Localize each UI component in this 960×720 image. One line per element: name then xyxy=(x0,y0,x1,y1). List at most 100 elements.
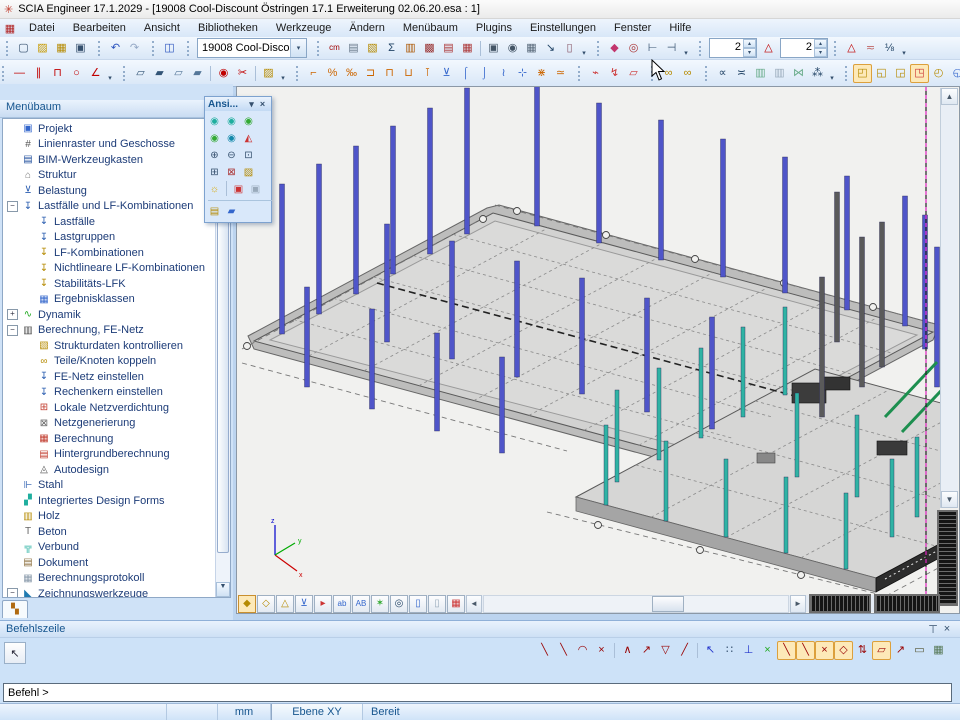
clipboard-icon[interactable]: ▥ xyxy=(401,39,420,58)
snap-midpoint-icon[interactable]: ╲ xyxy=(796,641,815,660)
column-member[interactable] xyxy=(724,459,728,537)
snap-line-icon[interactable]: ╲ xyxy=(535,641,554,660)
redo-icon[interactable]: ↷ xyxy=(125,39,144,58)
expander-minus-icon[interactable]: − xyxy=(7,325,18,336)
column-member[interactable] xyxy=(615,390,619,482)
camera-save-icon[interactable]: ▣ xyxy=(230,181,247,198)
camera-restore-icon[interactable]: ▣ xyxy=(247,181,264,198)
toolbar-overflow-icon[interactable]: ▾ xyxy=(827,65,837,82)
column-member[interactable] xyxy=(391,126,396,274)
tree-item-dokument[interactable]: ▤Dokument xyxy=(3,555,216,571)
command-input[interactable] xyxy=(3,683,952,702)
column-member[interactable] xyxy=(317,164,322,314)
track-cursor-icon[interactable]: ↖ xyxy=(701,641,720,660)
search-model-icon[interactable]: ◎ xyxy=(390,595,408,613)
cut-icon[interactable]: ✂ xyxy=(233,64,252,83)
view-iso2-icon[interactable]: ◉ xyxy=(223,113,240,130)
show-loads-icon[interactable]: ⊻ xyxy=(295,595,313,613)
tab-menubaum[interactable]: ▚ xyxy=(2,600,28,618)
window-settings-icon[interactable]: ▯ xyxy=(409,595,427,613)
tree-item-lastfaelle[interactable]: ↧Lastfälle xyxy=(3,214,216,230)
palette-collapse-icon[interactable]: ▾ xyxy=(246,99,257,110)
snap-tangent-icon[interactable]: ↗ xyxy=(891,641,910,660)
save-all-icon[interactable]: ▦ xyxy=(52,39,71,58)
status-units[interactable]: mm xyxy=(218,704,271,720)
column-member[interactable] xyxy=(710,317,715,429)
mesh-size-spinner[interactable]: 2 ▴▾ xyxy=(709,38,757,58)
tree-item-hintergrundberechnung[interactable]: ▤Hintergrundberechnung xyxy=(3,447,216,463)
snap-edge-icon[interactable]: ⇅ xyxy=(853,641,872,660)
show-supports-icon[interactable]: △ xyxy=(276,595,294,613)
modify-icon[interactable]: ⌁ xyxy=(586,64,605,83)
menu-hilfe[interactable]: Hilfe xyxy=(660,20,700,36)
column-member[interactable] xyxy=(435,333,440,431)
cursor-mode-button[interactable]: ↖ xyxy=(4,642,26,664)
tree-item-lastgruppen[interactable]: ↧Lastgruppen xyxy=(3,230,216,246)
tree-item-lokale-netzverdichtung[interactable]: ⊞Lokale Netzverdichtung xyxy=(3,400,216,416)
tree-item-rechenkern[interactable]: ↧Rechenkern einstellen xyxy=(3,385,216,401)
ratio-icon[interactable]: ⅛ xyxy=(880,39,899,58)
tendon-icon[interactable]: ≃ xyxy=(551,64,570,83)
column-member[interactable] xyxy=(280,184,285,334)
dimension-line2-icon[interactable]: ⊣ xyxy=(662,39,681,58)
rib-icon[interactable]: ⊺ xyxy=(418,64,437,83)
view-corner1-icon[interactable]: ◰ xyxy=(853,64,872,83)
undo-icon[interactable]: ↶ xyxy=(106,39,125,58)
snap-endpoint-icon[interactable]: ╲ xyxy=(777,641,796,660)
ansicht-palette[interactable]: Ansi... ▾ × ◉◉◉◉◉◭⊕⊖⊡⊞⊠▨☼▣▣▤▰ xyxy=(204,96,272,223)
calculator-icon[interactable]: ▦ xyxy=(929,641,948,660)
spin-down-icon[interactable]: ▾ xyxy=(814,48,827,57)
snap-line2-icon[interactable]: ╲ xyxy=(554,641,573,660)
column-member[interactable] xyxy=(721,139,726,277)
pin-icon[interactable]: ⊤ xyxy=(926,623,940,636)
tree-item-verbund[interactable]: ╦Verbund xyxy=(3,540,216,556)
dimension-line-icon[interactable]: ⊢ xyxy=(643,39,662,58)
column-member[interactable] xyxy=(880,222,885,367)
toolbar-overflow-icon[interactable]: ▾ xyxy=(278,65,288,82)
member-props-icon[interactable]: % xyxy=(323,64,342,83)
view-x-icon[interactable]: ◉ xyxy=(240,113,257,130)
column-member[interactable] xyxy=(305,287,310,387)
expander-plus-icon[interactable]: + xyxy=(7,309,18,320)
connect-icon[interactable]: ∝ xyxy=(713,64,732,83)
snap-axis-icon[interactable]: ⊥ xyxy=(739,641,758,660)
column-member[interactable] xyxy=(604,425,608,505)
tree-item-strukturdaten[interactable]: ▧Strukturdaten kontrollieren xyxy=(3,338,216,354)
snap-point-icon[interactable]: × xyxy=(815,641,834,660)
save-icon[interactable]: ▣ xyxy=(71,39,90,58)
tree-item-zeichnungswerkzeuge[interactable]: −◣Zeichnungswerkzeuge xyxy=(3,586,216,597)
project-combo[interactable]: 19008 Cool-Discou ▾ xyxy=(197,38,307,58)
member-align-icon[interactable]: ⊐ xyxy=(361,64,380,83)
plane-select-icon[interactable]: ▱ xyxy=(624,64,643,83)
column-member[interactable] xyxy=(699,348,703,438)
column-member[interactable] xyxy=(844,493,848,569)
circle-icon[interactable]: ○ xyxy=(67,64,86,83)
menu--ndern[interactable]: Ändern xyxy=(340,20,393,36)
sections-spinner[interactable]: 2 ▴▾ xyxy=(780,38,828,58)
tree-item-ergebnisklassen[interactable]: ▦Ergebnisklassen xyxy=(3,292,216,308)
snap-triangle-icon[interactable]: ▽ xyxy=(656,641,675,660)
snap-cross-icon[interactable]: × xyxy=(592,641,611,660)
column-member[interactable] xyxy=(903,196,908,326)
tree-item-struktur[interactable]: ⌂Struktur xyxy=(3,168,216,184)
column-member[interactable] xyxy=(354,146,359,294)
rotate-horizontal-bar-1[interactable] xyxy=(809,594,871,613)
column-member[interactable] xyxy=(597,103,602,243)
view-iso1-icon[interactable]: ◉ xyxy=(206,113,223,130)
document-icon[interactable]: ▯ xyxy=(560,39,579,58)
paper-icon[interactable]: ▤ xyxy=(344,39,363,58)
node-icon[interactable]: ≀ xyxy=(494,64,513,83)
line-icon[interactable]: — xyxy=(10,64,29,83)
view-parameters-icon[interactable]: ∞ xyxy=(659,64,678,83)
tree-item-beton[interactable]: TBeton xyxy=(3,524,216,540)
rotate-vertical-bar[interactable] xyxy=(937,510,958,606)
menu-datei[interactable]: Datei xyxy=(20,20,64,36)
light-icon[interactable]: ☼ xyxy=(206,181,223,198)
paste-special-icon[interactable]: ▰ xyxy=(188,64,207,83)
column-member[interactable] xyxy=(783,157,788,293)
copy-attrib-icon[interactable]: ▥ xyxy=(751,64,770,83)
tree-item-berechnungsprotokoll[interactable]: ▦Berechnungsprotokoll xyxy=(3,571,216,587)
disconnect-icon[interactable]: ≍ xyxy=(732,64,751,83)
status-plane[interactable]: Ebene XY xyxy=(271,704,363,720)
column-member[interactable] xyxy=(915,437,919,517)
